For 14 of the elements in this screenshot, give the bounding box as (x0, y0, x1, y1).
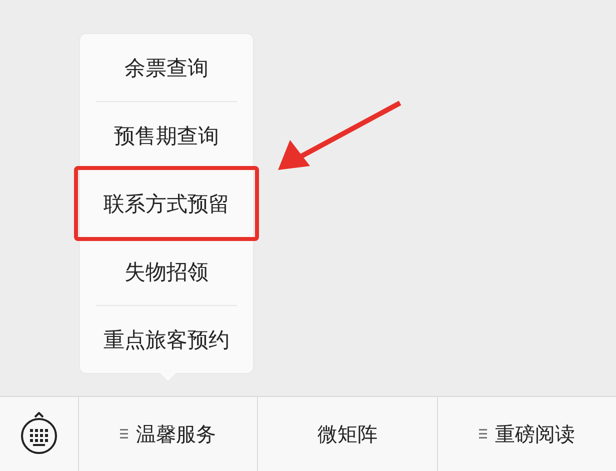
menu-item[interactable]: 失物招领 (80, 238, 253, 305)
menu-tab[interactable]: 重磅阅读 (438, 397, 616, 471)
tab-label: 微矩阵 (317, 420, 378, 448)
menu-item[interactable]: 联系方式预留 (78, 170, 255, 237)
keyboard-icon[interactable] (19, 412, 59, 456)
menu-item[interactable]: 余票查询 (80, 34, 253, 101)
menu-item[interactable]: 预售期查询 (80, 102, 253, 169)
submenu-icon (478, 429, 487, 439)
tab-label: 温馨服务 (136, 420, 216, 448)
menu-item[interactable]: 重点旅客预约 (80, 306, 253, 373)
menu-tab[interactable]: 微矩阵 (258, 397, 438, 471)
tab-label: 重磅阅读 (494, 420, 575, 448)
submenu-icon (120, 429, 128, 439)
menu-tab[interactable]: 温馨服务 (79, 397, 258, 471)
